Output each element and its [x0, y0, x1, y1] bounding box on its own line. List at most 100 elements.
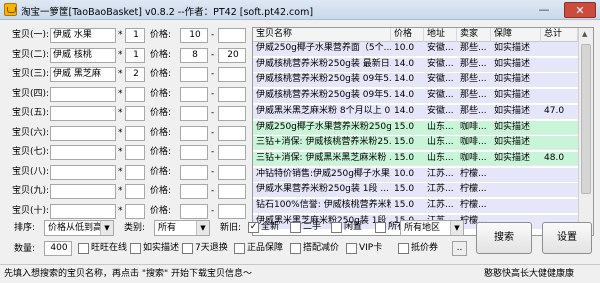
quantity-input[interactable]: [125, 86, 145, 102]
price-max-input[interactable]: [218, 184, 246, 199]
price-max-input[interactable]: [218, 86, 246, 102]
keyword-input[interactable]: [50, 164, 116, 180]
checkbox-4[interactable]: [375, 222, 386, 233]
region-select[interactable]: 所有地区 ▼: [400, 220, 464, 236]
price-min-input[interactable]: 10: [180, 28, 208, 43]
table-row[interactable]: 伊威250g椰子水果营养米粉250g装 1段 ...15.0 山东... 咖啡...…: [253, 120, 593, 135]
price-label: 价格:: [150, 69, 172, 79]
quantity-input[interactable]: 1: [125, 47, 145, 63]
quantity-input[interactable]: [125, 164, 145, 180]
settings-button[interactable]: 设置: [542, 222, 592, 254]
table-row[interactable]: 伊威250g椰子水果营养面（5个... 10.0 安徽... 那些... 如实描述: [253, 42, 593, 56]
table-row[interactable]: 伊威黑米黑芝麻米粉 8个月以上 0... 14.0 安徽... 那些... 如实描述 47…: [253, 104, 593, 119]
filter-checkbox[interactable]: [182, 243, 193, 254]
column-header-address[interactable]: 地址: [424, 28, 457, 42]
price-max-input[interactable]: [218, 145, 246, 160]
sort-select[interactable]: 价格从低到高 ▼: [44, 220, 114, 236]
scroll-up-icon[interactable]: ▲: [582, 30, 587, 38]
price-min-input[interactable]: [180, 184, 208, 199]
keyword-input[interactable]: 伊威 水果: [50, 28, 116, 43]
checkbox-3[interactable]: [331, 222, 342, 233]
price-label: 价格:: [150, 30, 172, 40]
price-min-input[interactable]: [180, 164, 208, 180]
table-row[interactable]: 三钻+消保: 伊威核桃营养米粉25... 15.0 山东... 咖啡... 如实描述: [253, 136, 593, 151]
filter-checkbox[interactable]: [234, 243, 245, 254]
keyword-input[interactable]: [50, 106, 116, 121]
filter-checkbox[interactable]: [290, 243, 301, 254]
price-max-input[interactable]: [218, 28, 246, 43]
price-min-input[interactable]: [180, 86, 208, 102]
quantity-input[interactable]: [125, 106, 145, 121]
keyword-input[interactable]: [50, 86, 116, 102]
price-max-input[interactable]: [218, 106, 246, 121]
cell-price: 14.0: [394, 90, 415, 101]
table-row[interactable]: 钻石100%信誉: 伊威核桃营养米粉... 15.0 江苏... 柠檬...: [253, 199, 593, 213]
cell-guarantee: 如实描述: [494, 137, 531, 148]
keyword-input[interactable]: 伊威 黑芝麻: [50, 67, 116, 82]
vertical-scrollbar[interactable]: ▲ ▼: [578, 28, 593, 235]
price-min-input[interactable]: 8: [180, 47, 208, 63]
cell-address: 山东...: [427, 121, 454, 132]
more-options-button[interactable]: ..: [452, 241, 467, 256]
quantity-input[interactable]: [125, 203, 145, 219]
checkbox-1[interactable]: ✓: [248, 222, 259, 233]
close-button[interactable]: ✕: [564, 2, 596, 18]
table-row[interactable]: 三钻+消保: 伊威黑米黑芝麻米粉 ... 15.0 山东... 咖啡... 如实描述 48…: [253, 151, 593, 166]
price-dash: -: [211, 166, 215, 177]
keyword-input[interactable]: [50, 203, 116, 219]
condition-label: 新旧:: [220, 223, 242, 233]
keyword-input[interactable]: [50, 125, 116, 141]
category-select[interactable]: 所有 ▼: [154, 220, 210, 236]
quantity-input[interactable]: [125, 184, 145, 199]
column-header-guarantee[interactable]: 保障: [491, 28, 541, 42]
price-min-input[interactable]: [180, 106, 208, 121]
cell-total: 48.0: [544, 152, 565, 163]
checkbox-2[interactable]: [290, 222, 301, 233]
price-label: 价格:: [150, 166, 172, 177]
table-row[interactable]: 伊威核桃营养米粉250g装 09年5... 14.0 安徽... 那些... 如实描述: [253, 89, 593, 104]
item-label: 宝贝(二):: [12, 49, 50, 60]
scrollbar-thumb[interactable]: [581, 44, 591, 194]
price-max-input[interactable]: [218, 203, 246, 219]
price-max-input[interactable]: [218, 125, 246, 141]
price-min-input[interactable]: [180, 67, 208, 82]
quantity-input[interactable]: 1: [125, 28, 145, 43]
filter-checkbox[interactable]: [78, 243, 89, 254]
column-header-seller[interactable]: 卖家: [457, 28, 491, 42]
table-row[interactable]: 伊威核桃营养米粉250g装 09年5... 14.0 安徽... 那些... 如实描述: [253, 73, 593, 88]
price-max-input[interactable]: 20: [218, 47, 246, 63]
price-min-input[interactable]: [180, 125, 208, 141]
table-row[interactable]: 冲钻特价销售:伊威250g椰子水果... 10.0 江苏... 柠檬...: [253, 167, 593, 182]
table-row[interactable]: 伊威水果营养米粉250g装 1段 ... 15.0 江苏... 柠檬...: [253, 183, 593, 198]
filter-checkbox[interactable]: [130, 243, 141, 254]
minimize-button[interactable]: —: [532, 2, 556, 18]
quantity-input[interactable]: [125, 145, 145, 160]
filter-checkbox[interactable]: [346, 243, 357, 254]
quantity-input[interactable]: 2: [125, 67, 145, 82]
price-dash: -: [211, 108, 215, 118]
keyword-input[interactable]: [50, 184, 116, 199]
table-row[interactable]: 伊威核桃营养米粉250g装 最新日... 14.0 安徽... 那些... 如实描述: [253, 57, 593, 72]
price-max-input[interactable]: [218, 67, 246, 82]
price-dash: -: [211, 69, 215, 79]
column-header-total[interactable]: 总计: [541, 28, 578, 42]
cell-address: 山东...: [427, 152, 454, 163]
keyword-input[interactable]: [50, 145, 116, 160]
search-button[interactable]: 搜索: [476, 222, 532, 254]
column-header-price[interactable]: 价格: [391, 28, 424, 42]
status-message-right: 憨憨快高长大健健康康: [484, 269, 575, 279]
keyword-input[interactable]: 伊威 核桃: [50, 47, 116, 63]
quantity-input[interactable]: [125, 125, 145, 141]
item-label: 宝贝(一):: [12, 30, 50, 40]
quantity-input[interactable]: 400: [44, 241, 72, 256]
cell-guarantee: 如实描述: [494, 121, 531, 132]
cell-seller: 柠檬...: [460, 200, 487, 210]
cell-price: 10.0: [394, 168, 415, 179]
column-header-name[interactable]: 宝贝名称: [253, 28, 391, 42]
price-min-input[interactable]: [180, 203, 208, 219]
results-table[interactable]: 宝贝名称 价格 地址 卖家 保障 总计 伊威250g椰子水果营养面（5个... 1…: [252, 27, 594, 236]
price-min-input[interactable]: [180, 145, 208, 160]
filter-checkbox[interactable]: [398, 243, 409, 254]
price-max-input[interactable]: [218, 164, 246, 180]
cell-price: 15.0: [394, 200, 415, 210]
